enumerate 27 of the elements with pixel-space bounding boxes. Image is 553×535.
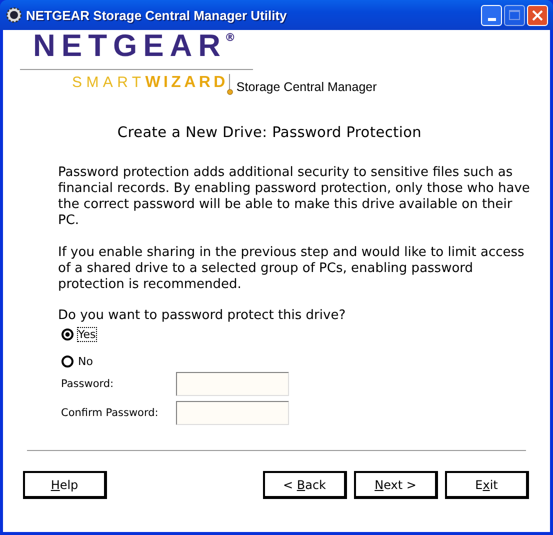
minimize-button[interactable] <box>481 4 502 26</box>
close-button[interactable] <box>527 4 548 26</box>
minimize-icon <box>488 18 496 20</box>
nav-button[interactable]: Exit <box>445 471 529 499</box>
radio-option[interactable]: Yes <box>61 328 536 341</box>
gear-icon <box>6 7 22 23</box>
brand-logo-text: NETGEAR <box>33 31 227 61</box>
question-text: Do you want to password protect this drive? <box>58 308 347 324</box>
nav-button[interactable]: < Back <box>263 471 347 499</box>
nav-button[interactable]: Next > <box>354 471 438 499</box>
dot-icon <box>227 89 234 95</box>
help-button[interactable]: Help <box>23 471 107 499</box>
maximize-button[interactable] <box>504 4 525 26</box>
field-label: Password: <box>60 378 115 390</box>
product-name: Storage Central Manager <box>236 80 377 94</box>
smart-logo-text: SMART <box>72 74 146 92</box>
page-heading: Create a New Drive: Password Protection <box>116 125 423 143</box>
password-field[interactable] <box>176 401 289 425</box>
field-label: Confirm Password: <box>60 407 160 419</box>
password-field[interactable] <box>176 372 289 396</box>
close-icon <box>532 10 543 20</box>
description-paragraph: If you enable sharing in the previous step and would like to limit access of a shared drive to a selected group of PCs, enabling password protection is recommended. <box>58 245 526 293</box>
description-paragraph: Password protection adds additional security to sensitive files such as financial records. By enabling password protection, only those who have the correct password will be able to make this drive available on their PC. <box>58 165 531 229</box>
registered-mark: ® <box>224 31 236 44</box>
window-title: NETGEAR Storage Central Manager Utility <box>26 8 288 22</box>
maximize-icon <box>509 10 520 20</box>
radio-option[interactable]: No <box>61 355 536 368</box>
